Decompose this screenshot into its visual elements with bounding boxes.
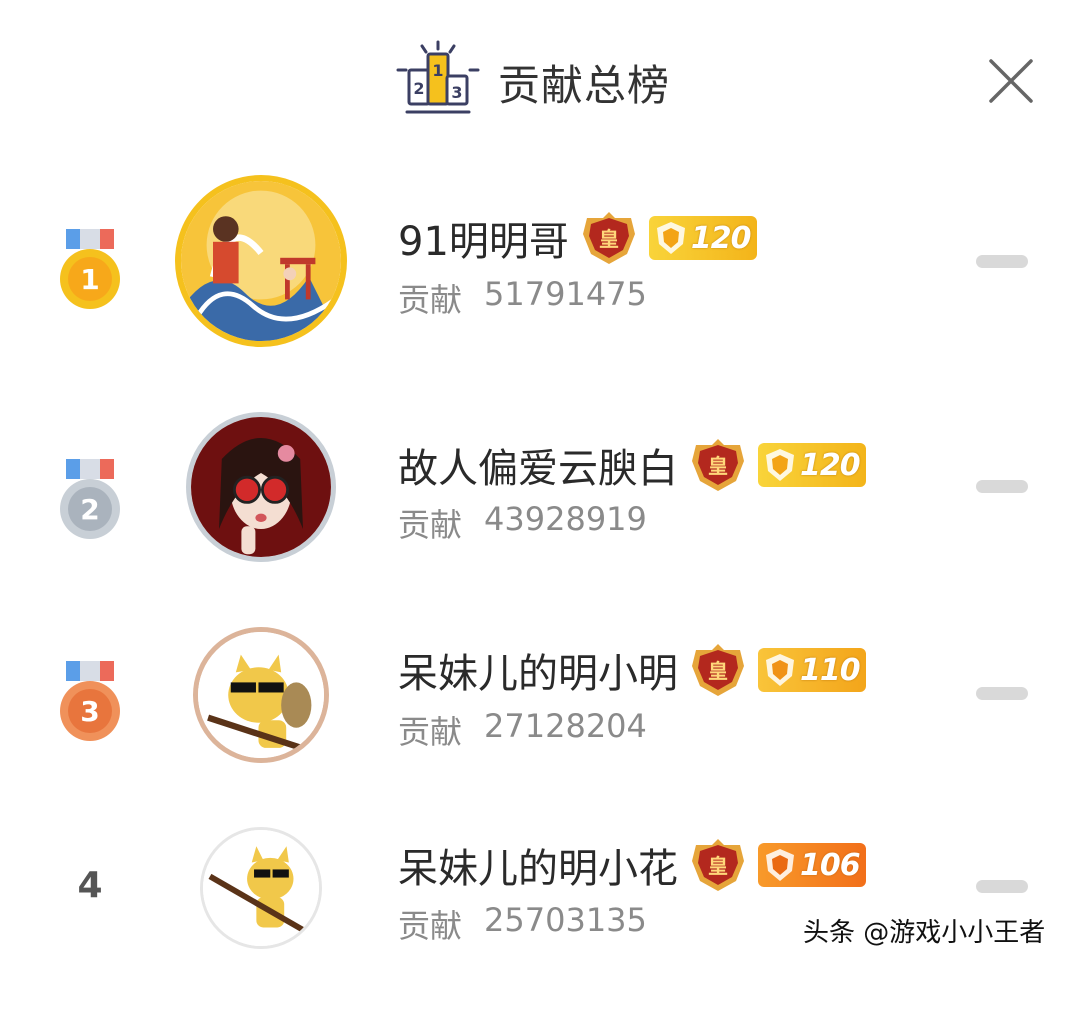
contribution-label: 贡献 bbox=[398, 281, 463, 319]
leaderboard-row-2[interactable]: 2 故人偏爱云腴白 皇 120 贡献 43928919 bbox=[0, 400, 1080, 600]
level-number: 120 bbox=[800, 447, 861, 483]
level-shield-icon bbox=[766, 449, 794, 481]
silver-medal-icon: 2 bbox=[60, 459, 120, 539]
user-info-line: 呆妹儿的明小明 皇 110 bbox=[398, 640, 866, 700]
contribution-value: 25703135 bbox=[484, 901, 647, 939]
avatar[interactable] bbox=[186, 412, 336, 562]
podium-label-1: 1 bbox=[432, 61, 443, 80]
level-badge: 120 bbox=[758, 443, 866, 487]
crown-text: 皇 bbox=[599, 227, 619, 251]
crown-text: 皇 bbox=[708, 854, 728, 878]
avatar[interactable] bbox=[200, 827, 322, 949]
watermark: 头条 @游戏小小王者 bbox=[803, 918, 1046, 948]
close-icon[interactable] bbox=[985, 55, 1037, 107]
leaderboard-header: 2 1 3 贡献总榜 bbox=[0, 0, 1080, 160]
level-shield-icon bbox=[766, 849, 794, 881]
medal-rank-text: 1 bbox=[80, 263, 99, 296]
page-title: 贡献总榜 bbox=[498, 61, 671, 110]
contribution-line: 贡献 43928919 bbox=[398, 500, 647, 546]
level-number: 106 bbox=[800, 847, 861, 883]
crown-badge-icon: 皇 bbox=[692, 439, 744, 491]
contribution-value: 43928919 bbox=[484, 500, 647, 538]
trend-indicator bbox=[976, 255, 1028, 268]
avatar-image bbox=[181, 181, 341, 341]
trend-indicator bbox=[976, 880, 1028, 893]
contribution-value: 51791475 bbox=[484, 275, 647, 313]
level-shield-icon bbox=[766, 654, 794, 686]
user-info-line: 91明明哥 皇 120 bbox=[398, 208, 757, 268]
contribution-label: 贡献 bbox=[398, 506, 463, 544]
level-number: 110 bbox=[800, 652, 861, 688]
level-badge: 106 bbox=[758, 843, 866, 887]
avatar[interactable] bbox=[175, 175, 347, 347]
avatar-image bbox=[203, 830, 319, 946]
medal-rank-text: 3 bbox=[80, 695, 99, 728]
contribution-label: 贡献 bbox=[398, 713, 463, 751]
crown-text: 皇 bbox=[708, 659, 728, 683]
trend-indicator bbox=[976, 687, 1028, 700]
user-name[interactable]: 91明明哥 bbox=[398, 209, 569, 267]
bronze-medal-icon: 3 bbox=[60, 661, 120, 741]
podium-icon: 2 1 3 bbox=[396, 40, 480, 114]
user-name[interactable]: 故人偏爱云腴白 bbox=[398, 436, 678, 494]
leaderboard-row-1[interactable]: 1 91明明哥 皇 120 贡献 51791475 bbox=[0, 160, 1080, 360]
avatar-image bbox=[198, 632, 324, 758]
crown-badge-icon: 皇 bbox=[692, 644, 744, 696]
user-info-line: 故人偏爱云腴白 皇 120 bbox=[398, 435, 866, 495]
podium-label-3: 3 bbox=[451, 83, 462, 102]
contribution-label: 贡献 bbox=[398, 907, 463, 945]
user-name[interactable]: 呆妹儿的明小花 bbox=[398, 836, 678, 894]
user-name[interactable]: 呆妹儿的明小明 bbox=[398, 641, 678, 699]
contribution-value: 27128204 bbox=[484, 707, 647, 745]
avatar[interactable] bbox=[193, 627, 329, 763]
user-info-line: 呆妹儿的明小花 皇 106 bbox=[398, 835, 866, 895]
crown-text: 皇 bbox=[708, 454, 728, 478]
level-badge: 110 bbox=[758, 648, 866, 692]
gold-medal-icon: 1 bbox=[60, 229, 120, 309]
avatar-image bbox=[191, 417, 331, 557]
level-shield-icon bbox=[656, 222, 685, 254]
trend-indicator bbox=[976, 480, 1028, 493]
contribution-line: 贡献 51791475 bbox=[398, 275, 647, 321]
level-number: 120 bbox=[690, 220, 752, 256]
leaderboard-row-3[interactable]: 3 呆妹儿的明小明 皇 110 贡献 27128204 bbox=[0, 615, 1080, 815]
medal-rank-text: 2 bbox=[80, 493, 99, 526]
podium-label-2: 2 bbox=[413, 79, 424, 98]
crown-badge-icon: 皇 bbox=[692, 839, 744, 891]
rank-number: 4 bbox=[77, 865, 103, 906]
crown-badge-icon: 皇 bbox=[582, 212, 635, 264]
contribution-line: 贡献 27128204 bbox=[398, 707, 647, 753]
contribution-line: 贡献 25703135 bbox=[398, 901, 647, 947]
level-badge: 120 bbox=[648, 216, 757, 260]
